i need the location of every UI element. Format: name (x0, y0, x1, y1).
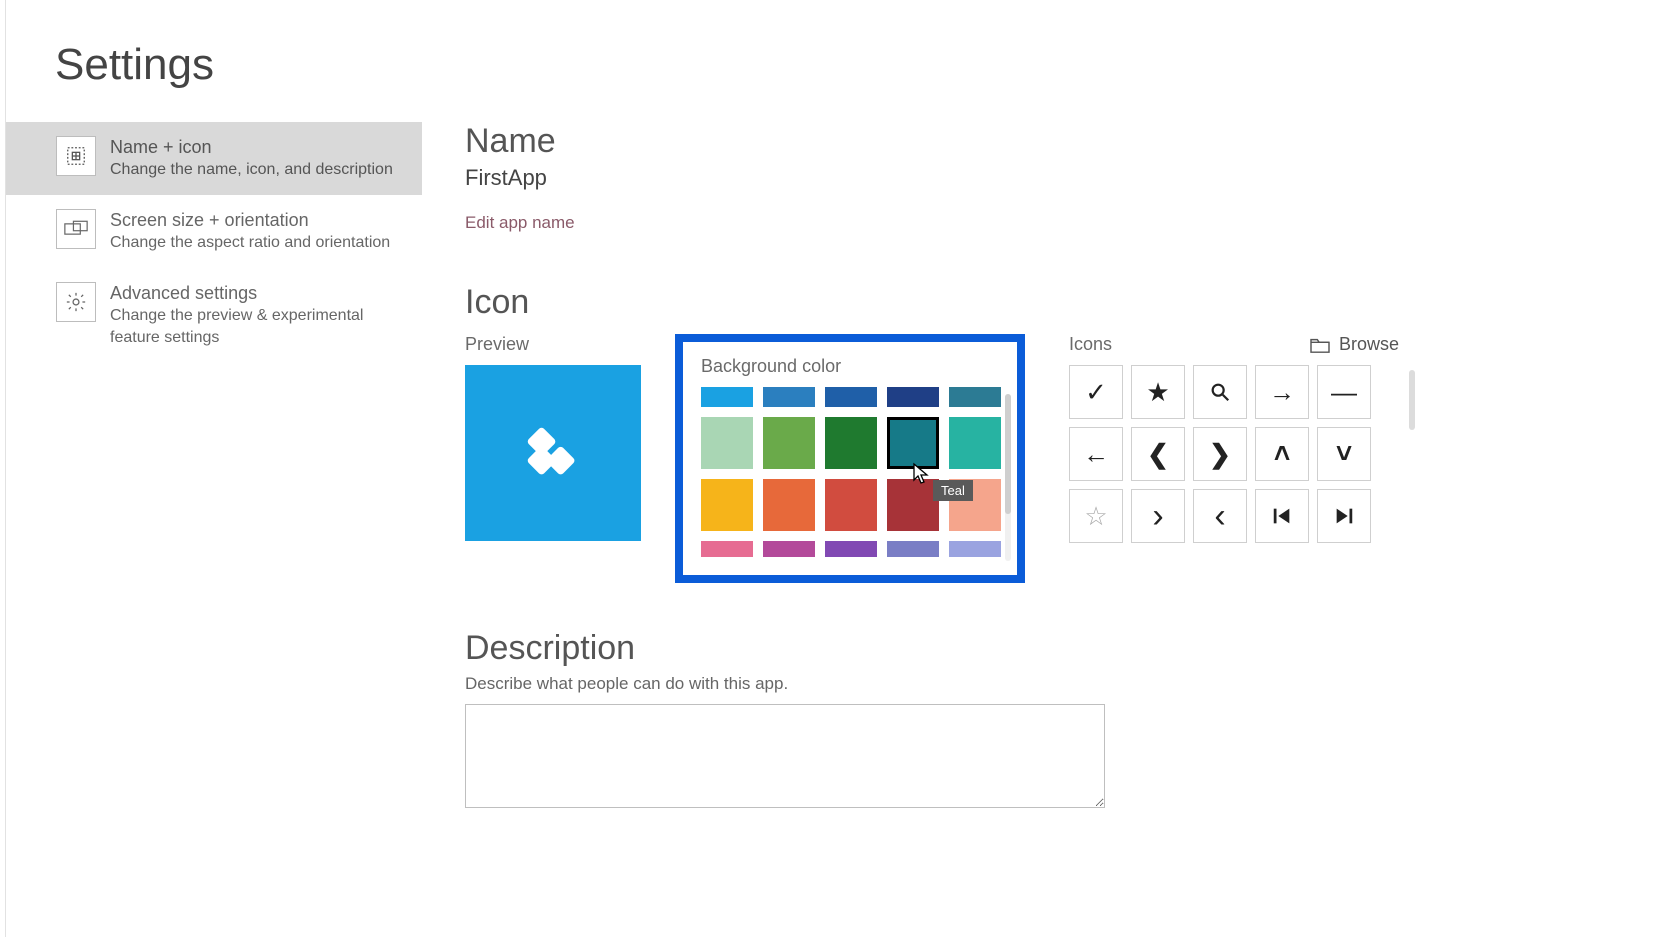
color-swatch[interactable] (887, 479, 939, 531)
color-swatch[interactable] (701, 479, 753, 531)
color-swatch[interactable] (949, 387, 1001, 407)
icon-option-minus[interactable]: — (1317, 365, 1371, 419)
edit-app-name-link[interactable]: Edit app name (465, 213, 575, 233)
icon-option-skip-next[interactable] (1317, 489, 1371, 543)
icon-option-chevron-up-bold[interactable]: ˄ (1255, 427, 1309, 481)
icon-option-chevron-left-bold[interactable]: ❮ (1131, 427, 1185, 481)
bgcolor-grid (701, 387, 999, 557)
description-input[interactable] (465, 704, 1105, 808)
sidebar-item-desc: Change the name, icon, and description (110, 159, 410, 181)
icon-option-chevron-right-bold[interactable]: ❯ (1193, 427, 1247, 481)
color-swatch[interactable] (949, 417, 1001, 469)
screen-size-icon (56, 209, 96, 249)
settings-sidebar: Name + icon Change the name, icon, and d… (6, 122, 422, 363)
icon-heading: Icon (465, 283, 1640, 322)
icon-option-star-filled[interactable]: ★ (1131, 365, 1185, 419)
sidebar-item-advanced[interactable]: Advanced settings Change the preview & e… (6, 268, 422, 363)
icon-option-check[interactable]: ✓ (1069, 365, 1123, 419)
icons-column: Icons Browse ✓★ →— ←❮❯˄˅ ☆›‹ (1069, 334, 1399, 543)
preview-app-icon (508, 408, 598, 498)
icon-option-skip-previous[interactable] (1255, 489, 1309, 543)
gear-icon (56, 282, 96, 322)
icons-label: Icons (1069, 334, 1112, 355)
icon-section: Icon Preview Background color (465, 283, 1640, 583)
sidebar-item-name-icon[interactable]: Name + icon Change the name, icon, and d… (6, 122, 422, 195)
color-swatch[interactable] (763, 479, 815, 531)
color-swatch[interactable] (825, 387, 877, 407)
page-title: Settings (55, 40, 214, 90)
icons-grid: ✓★ →— ←❮❯˄˅ ☆›‹ (1069, 365, 1399, 543)
preview-tile (465, 365, 641, 541)
color-swatch[interactable] (887, 417, 939, 469)
browse-label: Browse (1339, 334, 1399, 355)
name-heading: Name (465, 122, 1640, 161)
sidebar-item-desc: Change the preview & experimental featur… (110, 305, 410, 348)
color-swatch[interactable] (825, 417, 877, 469)
app-name-value: FirstApp (465, 165, 1640, 191)
icon-option-arrow-right[interactable]: → (1255, 365, 1309, 419)
color-swatch[interactable] (701, 387, 753, 407)
preview-label: Preview (465, 334, 675, 355)
sidebar-item-title: Name + icon (110, 136, 410, 159)
folder-icon (1309, 336, 1331, 354)
background-color-panel: Background color Teal (675, 334, 1025, 583)
color-swatch[interactable] (949, 541, 1001, 557)
icons-scrollbar[interactable] (1409, 370, 1415, 430)
icon-option-search[interactable] (1193, 365, 1247, 419)
icon-option-chevron-down-bold[interactable]: ˅ (1317, 427, 1371, 481)
color-swatch[interactable] (763, 541, 815, 557)
icon-option-star-outline[interactable]: ☆ (1069, 489, 1123, 543)
bgcolor-scrollbar-thumb[interactable] (1005, 394, 1011, 514)
name-section: Name FirstApp Edit app name (465, 122, 1640, 233)
color-tooltip: Teal (933, 480, 973, 501)
color-swatch[interactable] (701, 541, 753, 557)
description-heading: Description (465, 629, 1640, 668)
sidebar-item-screen-size[interactable]: Screen size + orientation Change the asp… (6, 195, 422, 268)
sidebar-item-title: Advanced settings (110, 282, 410, 305)
color-swatch[interactable] (763, 387, 815, 407)
bgcolor-label: Background color (701, 356, 999, 377)
color-swatch[interactable] (887, 541, 939, 557)
color-swatch[interactable] (825, 479, 877, 531)
preview-column: Preview (465, 334, 675, 541)
description-sub: Describe what people can do with this ap… (465, 674, 1640, 694)
icon-option-chevron-right[interactable]: › (1131, 489, 1185, 543)
color-swatch[interactable] (887, 387, 939, 407)
color-swatch[interactable] (763, 417, 815, 469)
browse-button[interactable]: Browse (1309, 334, 1399, 355)
description-section: Description Describe what people can do … (465, 629, 1640, 813)
main-panel: Name FirstApp Edit app name Icon Preview (465, 122, 1640, 937)
sidebar-item-title: Screen size + orientation (110, 209, 410, 232)
color-swatch[interactable] (825, 541, 877, 557)
bgcolor-scrollbar[interactable] (1005, 394, 1011, 561)
icon-option-arrow-left[interactable]: ← (1069, 427, 1123, 481)
name-icon-icon (56, 136, 96, 176)
sidebar-item-desc: Change the aspect ratio and orientation (110, 232, 410, 254)
icon-option-chevron-left[interactable]: ‹ (1193, 489, 1247, 543)
color-swatch[interactable] (701, 417, 753, 469)
